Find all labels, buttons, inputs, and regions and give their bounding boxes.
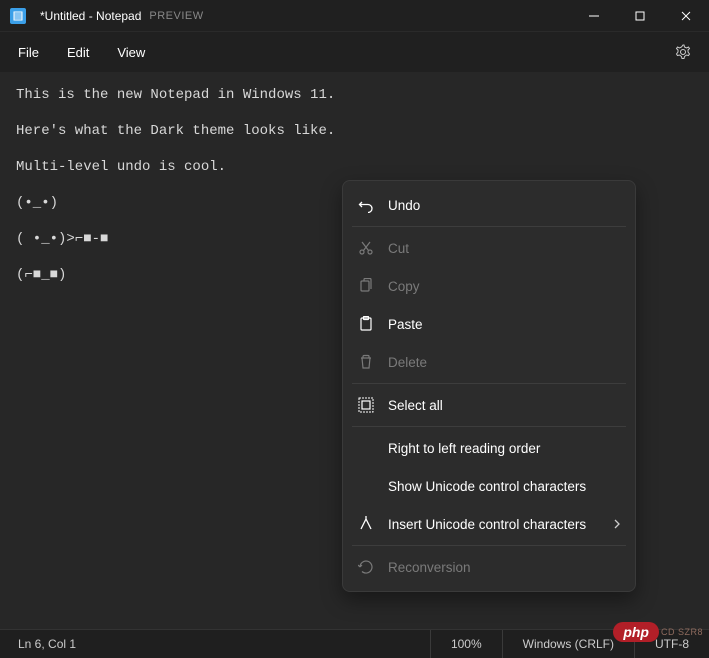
ctx-label: Undo bbox=[388, 198, 420, 213]
minimize-button[interactable] bbox=[571, 0, 617, 31]
watermark-suffix: CD SZR8 bbox=[661, 627, 703, 637]
cut-icon bbox=[356, 238, 376, 258]
ctx-label: Reconversion bbox=[388, 560, 471, 575]
preview-badge: PREVIEW bbox=[149, 10, 203, 22]
settings-button[interactable] bbox=[667, 36, 699, 68]
statusbar: Ln 6, Col 1 100% Windows (CRLF) UTF-8 bbox=[0, 629, 709, 658]
menu-view[interactable]: View bbox=[103, 39, 159, 66]
status-position: Ln 6, Col 1 bbox=[0, 637, 430, 651]
watermark: php CD SZR8 bbox=[613, 622, 703, 642]
reconversion-icon bbox=[356, 557, 376, 577]
app-icon bbox=[10, 8, 26, 24]
gear-icon bbox=[675, 44, 691, 60]
window-title: *Untitled - Notepad bbox=[40, 9, 141, 23]
ctx-label: Show Unicode control characters bbox=[388, 479, 586, 494]
select-all-icon bbox=[356, 395, 376, 415]
status-zoom[interactable]: 100% bbox=[430, 630, 502, 658]
paste-icon bbox=[356, 314, 376, 334]
ctx-label: Paste bbox=[388, 317, 423, 332]
watermark-brand: php bbox=[613, 622, 659, 642]
context-menu: Undo Cut Copy Paste Delete Select all Ri… bbox=[342, 180, 636, 592]
separator bbox=[352, 383, 626, 384]
ctx-cut: Cut bbox=[348, 229, 630, 267]
ctx-delete: Delete bbox=[348, 343, 630, 381]
undo-icon bbox=[356, 195, 376, 215]
titlebar: *Untitled - Notepad PREVIEW bbox=[0, 0, 709, 32]
menubar: File Edit View bbox=[0, 32, 709, 72]
chevron-right-icon bbox=[612, 517, 622, 532]
separator bbox=[352, 226, 626, 227]
ctx-show-unicode[interactable]: Show Unicode control characters bbox=[348, 467, 630, 505]
ctx-label: Delete bbox=[388, 355, 427, 370]
ctx-rtl[interactable]: Right to left reading order bbox=[348, 429, 630, 467]
copy-icon bbox=[356, 276, 376, 296]
ctx-label: Cut bbox=[388, 241, 409, 256]
menu-edit[interactable]: Edit bbox=[53, 39, 103, 66]
ctx-label: Right to left reading order bbox=[388, 441, 540, 456]
separator bbox=[352, 545, 626, 546]
window-controls bbox=[571, 0, 709, 31]
close-button[interactable] bbox=[663, 0, 709, 31]
ctx-copy: Copy bbox=[348, 267, 630, 305]
ctx-insert-unicode[interactable]: Insert Unicode control characters bbox=[348, 505, 630, 543]
maximize-button[interactable] bbox=[617, 0, 663, 31]
ctx-paste[interactable]: Paste bbox=[348, 305, 630, 343]
separator bbox=[352, 426, 626, 427]
ctx-reconversion: Reconversion bbox=[348, 548, 630, 586]
delete-icon bbox=[356, 352, 376, 372]
ctx-select-all[interactable]: Select all bbox=[348, 386, 630, 424]
ctx-undo[interactable]: Undo bbox=[348, 186, 630, 224]
ctx-label: Select all bbox=[388, 398, 443, 413]
menu-file[interactable]: File bbox=[10, 39, 53, 66]
ctx-label: Copy bbox=[388, 279, 420, 294]
ctx-label: Insert Unicode control characters bbox=[388, 517, 586, 532]
insert-unicode-icon bbox=[356, 514, 376, 534]
